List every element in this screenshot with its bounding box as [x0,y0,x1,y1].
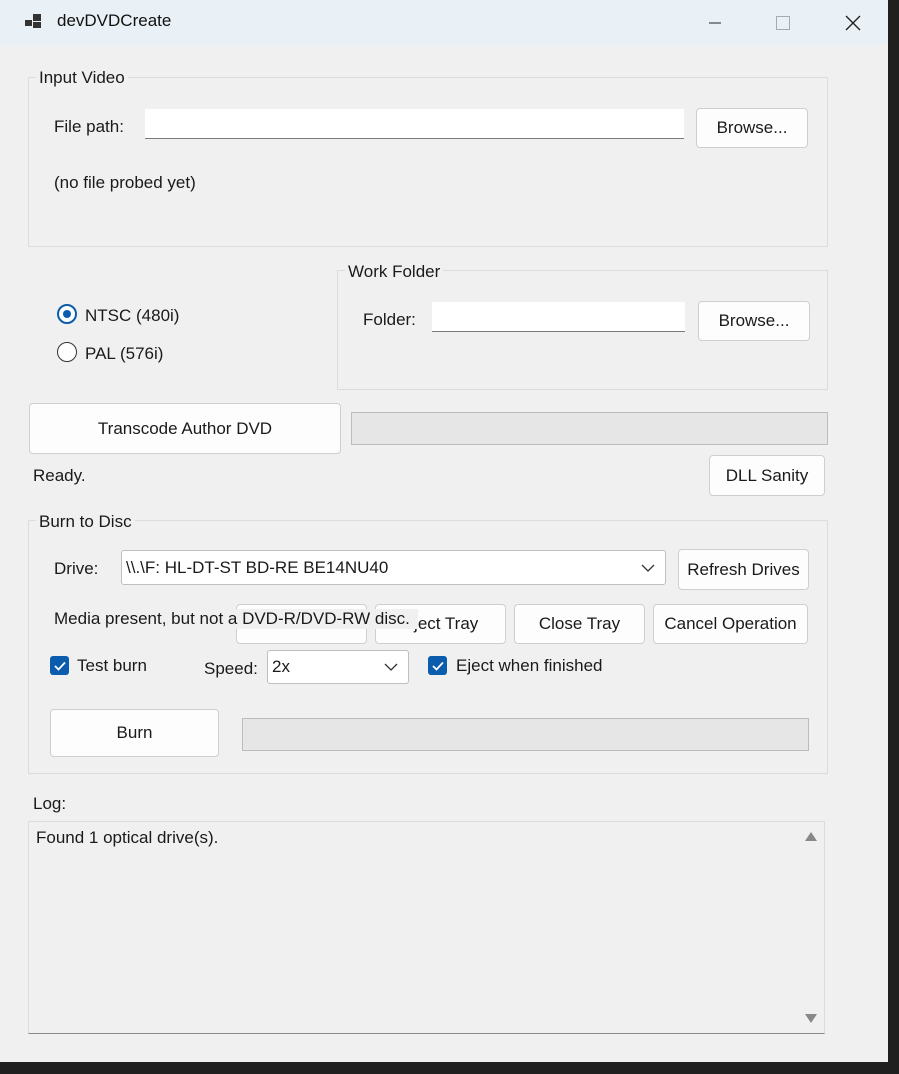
burn-button[interactable]: Burn [50,709,219,757]
drive-select[interactable]: \\.\F: HL-DT-ST BD-RE BE14NU40 [121,550,666,585]
maximize-icon [776,15,790,30]
refresh-drives-button[interactable]: Refresh Drives [678,549,809,590]
close-tray-button[interactable]: Close Tray [514,604,645,644]
drive-label: Drive: [54,559,99,578]
folder-label: Folder: [363,310,416,329]
chevron-down-icon [641,564,655,572]
transcode-status: Ready. [33,466,86,485]
pal-label[interactable]: PAL (576i) [85,344,163,364]
ntsc-label[interactable]: NTSC (480i) [85,306,179,326]
speed-select-value: 2x [272,657,290,676]
scroll-up-icon[interactable] [805,832,817,841]
work-folder-browse-button[interactable]: Browse... [698,301,810,341]
drive-select-value: \\.\F: HL-DT-ST BD-RE BE14NU40 [126,557,389,577]
dll-sanity-button[interactable]: DLL Sanity [709,455,825,496]
input-video-legend: Input Video [36,68,128,88]
checkmark-icon [431,661,444,671]
work-folder-input[interactable] [432,302,685,332]
main-window: devDVDCreate Input Video File path: Brow… [0,0,888,1062]
test-burn-label[interactable]: Test burn [77,656,147,676]
chevron-down-icon [384,663,398,671]
log-textarea[interactable]: Found 1 optical drive(s). [28,821,825,1034]
log-label: Log: [33,794,67,813]
minimize-icon [709,22,721,23]
eject-when-finished-label[interactable]: Eject when finished [456,656,602,676]
burn-to-disc-legend: Burn to Disc [36,512,135,532]
file-path-label: File path: [54,117,124,136]
input-browse-button[interactable]: Browse... [696,108,808,148]
transcode-progress-bar [351,412,828,445]
close-button[interactable] [818,0,888,45]
log-text: Found 1 optical drive(s). [36,828,219,847]
minimize-button[interactable] [680,0,750,45]
transcode-author-button[interactable]: Transcode Author DVD [29,403,341,454]
maximize-button[interactable] [748,0,818,45]
log-scrollbar[interactable] [798,822,824,1033]
test-burn-checkbox[interactable] [50,656,69,675]
ntsc-radio[interactable] [57,304,77,324]
close-icon [845,15,861,30]
pal-radio[interactable] [57,342,77,362]
window-title: devDVDCreate [57,11,172,30]
cancel-operation-button[interactable]: Cancel Operation [653,604,808,644]
probe-status: (no file probed yet) [54,173,196,192]
scroll-down-icon[interactable] [805,1014,817,1023]
speed-select[interactable]: 2x [267,650,409,684]
input-video-group [28,77,828,247]
app-icon [25,14,41,28]
eject-when-finished-checkbox[interactable] [428,656,447,675]
media-status: Media present, but not a DVD-R/DVD-RW di… [54,609,418,629]
file-path-input[interactable] [145,109,684,139]
work-folder-legend: Work Folder [345,262,444,282]
checkmark-icon [53,661,66,671]
burn-progress-bar [242,718,809,751]
speed-label: Speed: [204,659,258,678]
title-bar: devDVDCreate [0,0,888,45]
